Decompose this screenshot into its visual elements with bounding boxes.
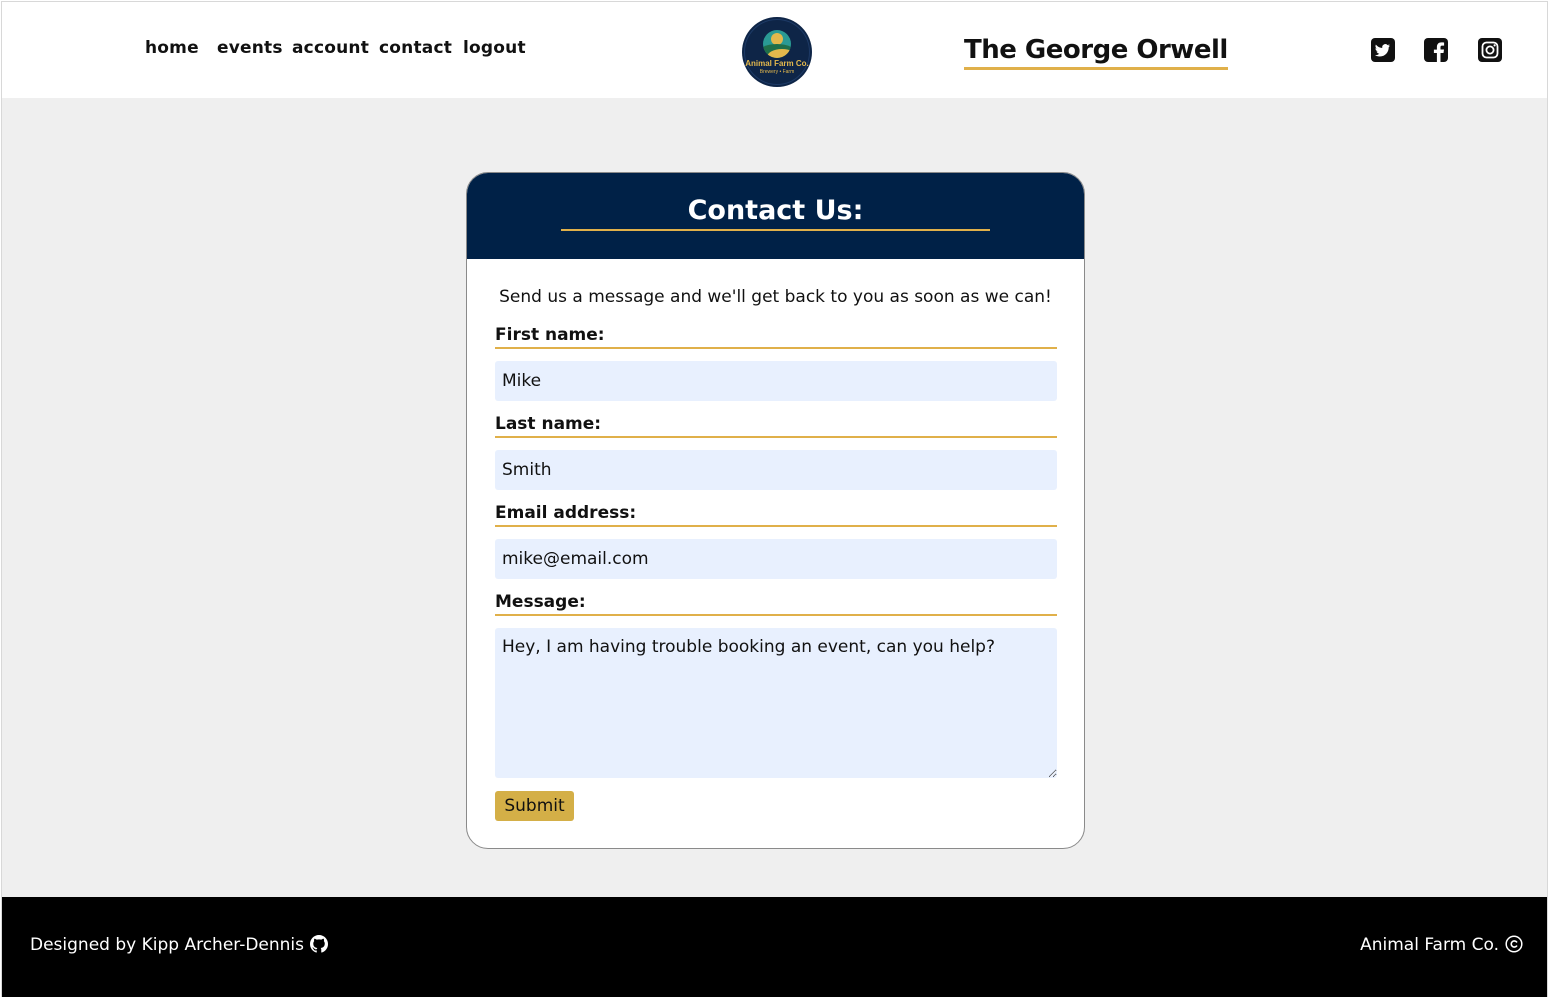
logo-subtitle: Brewery • Farm <box>759 69 795 75</box>
contact-title: Contact Us: <box>561 195 990 231</box>
instagram-icon[interactable] <box>1477 37 1503 63</box>
email-input[interactable] <box>495 539 1057 579</box>
facebook-icon[interactable] <box>1423 37 1449 63</box>
nav-account-link[interactable]: account <box>292 38 369 58</box>
credit-text: Designed by Kipp Archer-Dennis <box>30 935 305 955</box>
last-name-label: Last name: <box>495 414 1057 438</box>
email-label: Email address: <box>495 503 1057 527</box>
last-name-input[interactable] <box>495 450 1057 490</box>
copyright-notice: Animal Farm Co. <box>1360 935 1523 955</box>
farm-emblem-icon <box>763 30 791 58</box>
twitter-icon[interactable] <box>1370 37 1396 63</box>
message-label: Message: <box>495 592 1057 616</box>
site-footer: Designed by Kipp Archer-Dennis Animal Fa… <box>2 897 1547 997</box>
designer-credit: Designed by Kipp Archer-Dennis <box>30 935 329 955</box>
contact-intro-text: Send us a message and we'll get back to … <box>499 287 1052 307</box>
nav-events-link[interactable]: events <box>217 38 283 58</box>
submit-button[interactable]: Submit <box>495 791 574 821</box>
site-header: home events account contact logout Anima… <box>2 2 1547 98</box>
site-logo[interactable]: Animal Farm Co. Brewery • Farm <box>742 17 812 87</box>
first-name-input[interactable] <box>495 361 1057 401</box>
github-icon[interactable] <box>310 935 329 953</box>
logo-name: Animal Farm Co. <box>745 59 809 68</box>
contact-form-header: Contact Us: <box>467 173 1084 259</box>
contact-form: Contact Us: Send us a message and we'll … <box>466 172 1085 849</box>
brand-title: The George Orwell <box>964 35 1228 70</box>
copyright-icon <box>1505 935 1523 953</box>
copyright-text: Animal Farm Co. <box>1360 935 1499 955</box>
first-name-label: First name: <box>495 325 1057 349</box>
nav-contact-link[interactable]: contact <box>379 38 452 58</box>
nav-logout-link[interactable]: logout <box>463 38 526 58</box>
nav-home-link[interactable]: home <box>145 38 199 58</box>
message-textarea[interactable]: Hey, I am having trouble booking an even… <box>495 628 1057 778</box>
